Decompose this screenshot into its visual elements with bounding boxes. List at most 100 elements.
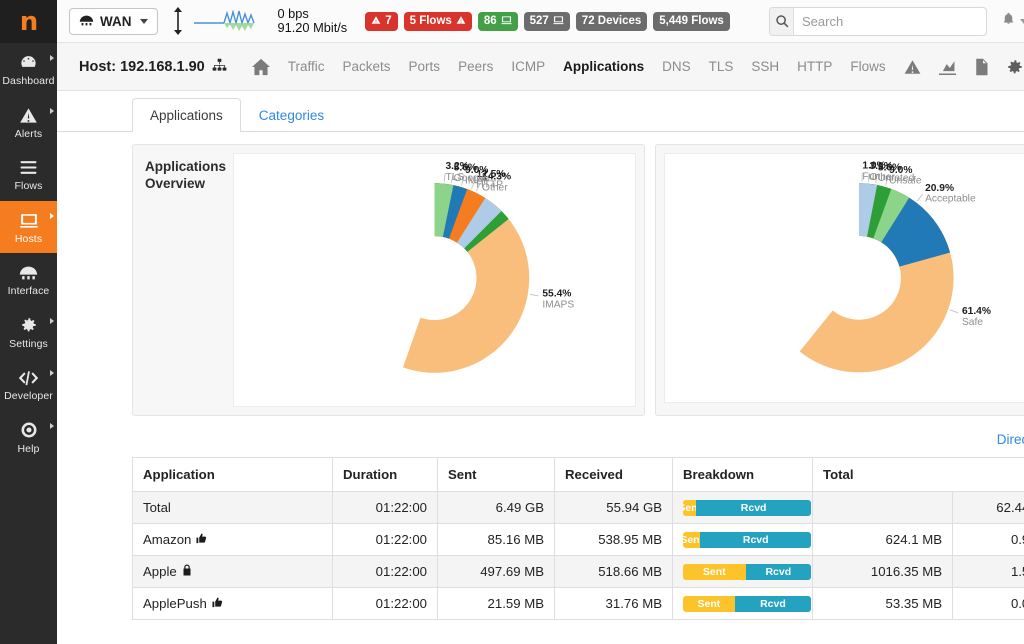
application-name-group: Apple (143, 564, 322, 579)
slice-category-label: IMAPS (542, 299, 574, 310)
applications-table: Application Duration Sent Received Break… (132, 457, 1024, 620)
categories-donut-chart[interactable]: 61.4%Safe20.9%Acceptable9.0%Unsafe5.6%Un… (664, 153, 1024, 403)
cell-breakdown: SentRcvd (673, 492, 813, 524)
sidebar-item-label: Alerts (15, 129, 42, 141)
host-nav-applications[interactable]: Applications (554, 59, 653, 74)
sidebar-item-alerts[interactable]: Alerts (0, 96, 57, 149)
cell-application: Amazon (133, 524, 333, 556)
applications-donut-chart[interactable]: 55.4%IMAPS14.3%Other12.5%HTTP9.0%IMAP5.6… (233, 153, 636, 407)
search-box[interactable] (769, 7, 987, 36)
host-nav-alerts[interactable] (895, 58, 930, 76)
breakdown-bar: SentRcvd (683, 596, 811, 612)
col-total[interactable]: Total (813, 458, 1024, 492)
up-down-arrow-icon (172, 7, 184, 35)
col-sent[interactable]: Sent (438, 458, 555, 492)
host-nav-tls[interactable]: TLS (700, 59, 743, 74)
cell-received: 31.76 MB (555, 588, 673, 620)
sidebar-item-help[interactable]: Help (0, 411, 57, 464)
status-badge-devices[interactable]: 72 Devices (576, 12, 647, 31)
table-row[interactable]: Total01:22:006.49 GB55.94 GBSentRcvd62.4… (133, 492, 1024, 524)
badge-text: 7 (385, 15, 391, 27)
applications-overview-title: Applications Overview (133, 145, 233, 415)
table-row[interactable]: Amazon01:22:0085.16 MB538.95 MBSentRcvd6… (133, 524, 1024, 556)
sidebar-item-flows[interactable]: Flows (0, 148, 57, 201)
application-name: ApplePush (143, 596, 207, 611)
status-badge-alerts[interactable]: 7 (365, 12, 397, 31)
application-name: Amazon (143, 532, 191, 547)
host-nav-http[interactable]: HTTP (788, 59, 841, 74)
list-lines-icon (19, 157, 38, 178)
search-input[interactable] (794, 8, 986, 35)
status-badge-hosts-total[interactable]: 527 (524, 12, 570, 31)
direction-label: Direction (997, 432, 1024, 447)
rate-up: 0 bps (278, 7, 348, 21)
application-name-group: ApplePush (143, 596, 322, 611)
overview-title-line1: Applications (145, 158, 233, 175)
chevron-right-icon (50, 370, 54, 376)
host-nav-report[interactable] (965, 58, 998, 76)
host-nav-home[interactable] (243, 58, 279, 76)
app-root: n Dashboard Alerts Flows H (0, 0, 1024, 644)
col-application[interactable]: Application (133, 458, 333, 492)
col-breakdown[interactable]: Breakdown (673, 458, 813, 492)
rate-down: 91.20 Mbit/s (278, 21, 348, 35)
sidebar-item-developer[interactable]: Developer (0, 358, 57, 411)
tab-categories[interactable]: Categories (241, 98, 342, 131)
sparkline-chart (194, 7, 272, 35)
applications-donut-svg: 55.4%IMAPS14.3%Other12.5%HTTP9.0%IMAP5.6… (234, 154, 635, 406)
table-body: Total01:22:006.49 GB55.94 GBSentRcvd62.4… (133, 492, 1024, 620)
warning-triangle-icon (19, 105, 38, 126)
col-received[interactable]: Received (555, 458, 673, 492)
host-nav-dns[interactable]: DNS (653, 59, 700, 74)
host-nav-icmp[interactable]: ICMP (502, 59, 554, 74)
direction-dropdown[interactable]: Direction (997, 432, 1024, 447)
sidebar-item-settings[interactable]: Settings (0, 306, 57, 359)
breakdown-rcvd-segment: Rcvd (735, 596, 811, 612)
application-name-group: Total (143, 500, 322, 515)
host-nav-settings[interactable] (998, 58, 1024, 76)
host-nav-traffic[interactable]: Traffic (279, 59, 334, 74)
cell-percent: 0.08 % (953, 588, 1024, 620)
badge-text: 5,449 Flows (659, 15, 724, 27)
app-logo[interactable]: n (0, 0, 57, 43)
host-nav-flows[interactable]: Flows (841, 59, 894, 74)
cell-total (813, 492, 953, 524)
application-name-group: Amazon (143, 532, 322, 547)
tab-applications[interactable]: Applications (132, 98, 241, 132)
cell-percent: 62.44 GB (953, 492, 1024, 524)
breakdown-sent-segment: Sent (683, 596, 735, 612)
chevron-down-icon (1020, 19, 1024, 24)
host-nav-charts[interactable] (930, 58, 965, 75)
bell-icon (1001, 11, 1016, 32)
status-badge-flows-alert[interactable]: 5 Flows (404, 12, 472, 31)
slice-category-label: Safe (962, 317, 983, 328)
table-row[interactable]: Apple01:22:00497.69 MB518.66 MBSentRcvd1… (133, 556, 1024, 588)
host-nav-packets[interactable]: Packets (334, 59, 400, 74)
host-nav-ssh[interactable]: SSH (742, 59, 788, 74)
warning-triangle-icon (371, 15, 381, 28)
status-badge-flows[interactable]: 5,449 Flows (653, 12, 730, 31)
applications-overview-card: Applications Overview 55.4%IMAPS14.3%Oth… (132, 144, 645, 416)
search-icon[interactable] (770, 8, 794, 35)
slice-value-label: 3.2% (445, 161, 468, 172)
table-row[interactable]: ApplePush01:22:0021.59 MB31.76 MBSentRcv… (133, 588, 1024, 620)
host-nav: Traffic Packets Ports Peers ICMP Applica… (243, 58, 1024, 76)
interface-selector[interactable]: WAN (69, 8, 158, 35)
network-tree-icon[interactable] (212, 58, 227, 76)
col-duration[interactable]: Duration (333, 458, 438, 492)
network-icon (19, 262, 38, 283)
chevron-right-icon (50, 213, 54, 219)
slice-category-label: Acceptable (925, 194, 976, 205)
sidebar-item-interface[interactable]: Interface (0, 253, 57, 306)
status-badge-hosts-active[interactable]: 86 (478, 12, 518, 31)
sidebar-item-dashboard[interactable]: Dashboard (0, 43, 57, 96)
host-nav-peers[interactable]: Peers (449, 59, 502, 74)
host-nav-bar: Host: 192.168.1.90 Traffic Packets Ports… (57, 43, 1024, 91)
cell-breakdown: SentRcvd (673, 556, 813, 588)
host-nav-ports[interactable]: Ports (400, 59, 450, 74)
badge-text: 86 (484, 15, 497, 27)
sidebar-item-label: Dashboard (2, 76, 54, 88)
network-icon (79, 14, 94, 29)
sidebar-item-hosts[interactable]: Hosts (0, 201, 57, 254)
notifications-menu[interactable] (1001, 11, 1024, 32)
